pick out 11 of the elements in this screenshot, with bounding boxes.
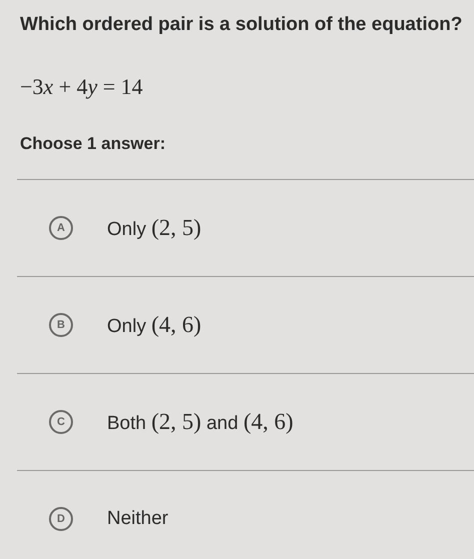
choice-label[interactable]: Only (2, 5) [107, 215, 202, 241]
choice-label[interactable]: Both (2, 5) and (4, 6) [107, 409, 294, 435]
question-text: Which ordered pair is a solution of the equation? [20, 13, 464, 37]
equation: −3x + 4y = 14 [20, 73, 144, 101]
choice-label[interactable]: Neither [107, 508, 168, 530]
choice-letter[interactable]: B [49, 313, 73, 337]
choice-letter[interactable]: C [49, 410, 73, 434]
choice-letter[interactable]: A [49, 216, 73, 240]
choice-label[interactable]: Only (4, 6) [107, 312, 202, 338]
choice-letter[interactable]: D [49, 507, 73, 531]
prompt-text: Choose 1 answer: [20, 133, 166, 155]
